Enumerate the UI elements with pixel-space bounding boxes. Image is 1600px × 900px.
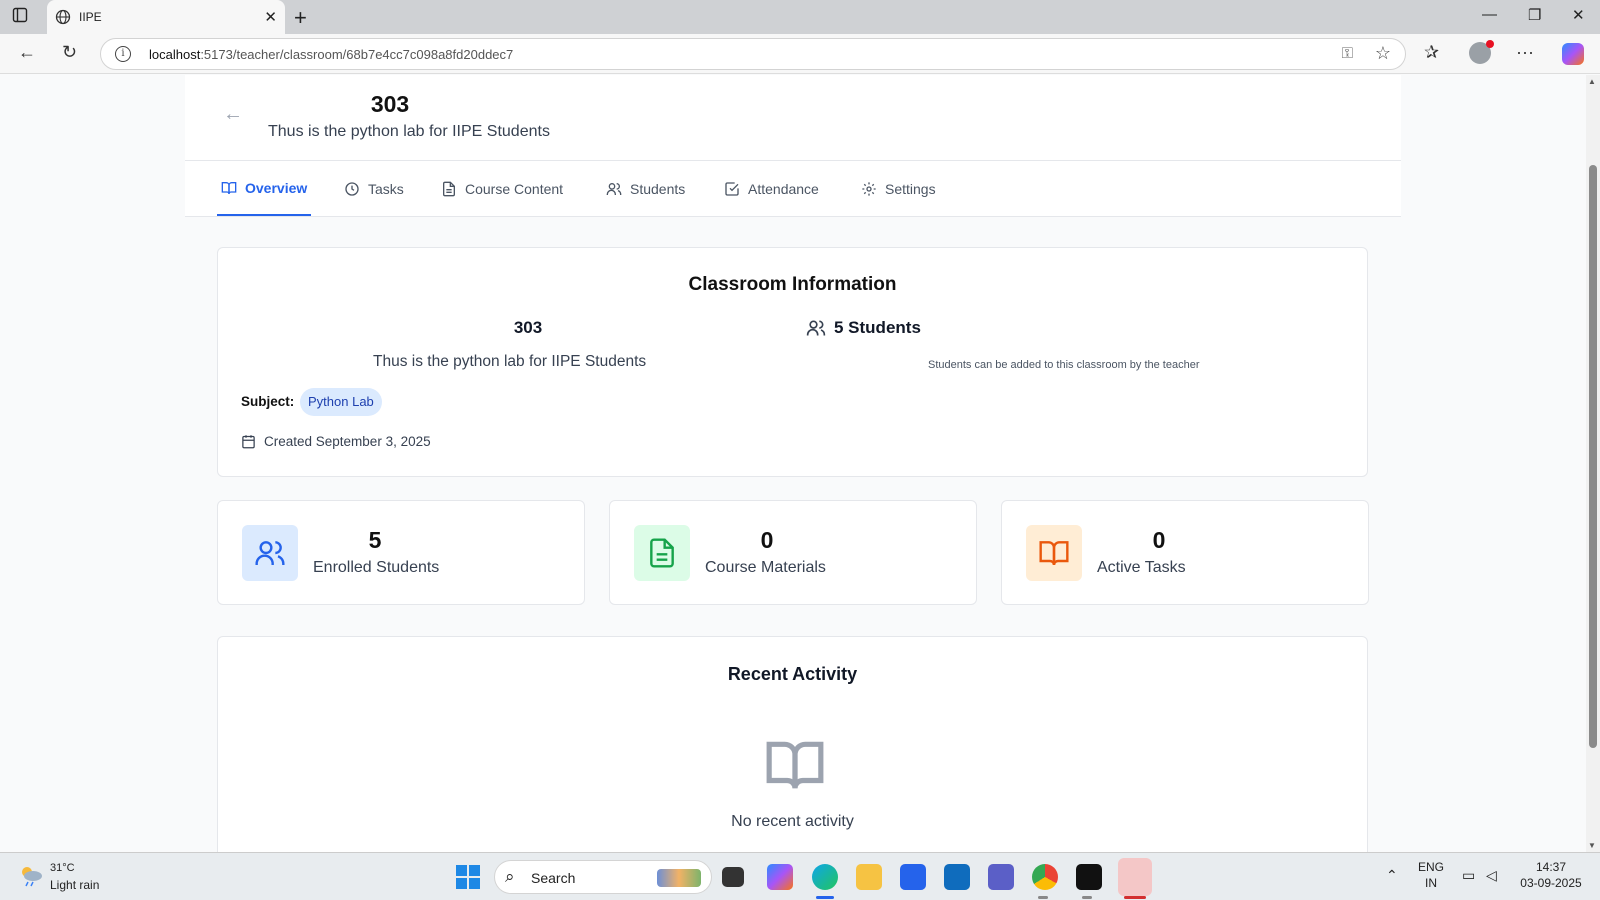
scrollbar-thumb[interactable] xyxy=(1589,165,1597,748)
weather-rain-icon[interactable] xyxy=(18,864,44,888)
clock[interactable]: 14:37 03-09-2025 xyxy=(1516,859,1586,891)
book-open-icon xyxy=(1026,525,1082,581)
close-tab-icon[interactable]: ✕ xyxy=(264,8,277,26)
cursor-app-icon[interactable] xyxy=(1076,864,1102,890)
more-options-icon[interactable]: ··· xyxy=(1516,42,1534,63)
browser-tab-bar: IIPE ✕ + — ❐ ✕ xyxy=(0,0,1600,34)
password-key-icon[interactable]: ⚿ xyxy=(1342,45,1353,62)
url-text[interactable]: localhost:5173/teacher/classroom/68b7e4c… xyxy=(149,47,513,62)
address-bar[interactable]: i localhost:5173/teacher/classroom/68b7e… xyxy=(100,38,1406,70)
empty-state-text: No recent activity xyxy=(731,813,854,830)
classroom-header: ← 303 Thus is the python lab for IIPE St… xyxy=(185,75,1401,161)
file-text-icon xyxy=(443,181,455,196)
users-icon xyxy=(242,525,298,581)
network-icon[interactable]: ▭ xyxy=(1462,867,1475,883)
active-indicator xyxy=(816,896,834,899)
running-indicator xyxy=(1082,896,1092,899)
tab-students[interactable]: Students xyxy=(606,161,685,216)
tab-settings[interactable]: Settings xyxy=(861,161,936,216)
chrome-icon[interactable] xyxy=(1032,864,1058,890)
running-indicator xyxy=(1038,896,1048,899)
classroom-description: Thus is the python lab for IIPE Students xyxy=(268,123,550,140)
card-title: Classroom Information xyxy=(688,274,897,295)
stat-card-course-materials: 0 Course Materials xyxy=(609,500,977,605)
window-close-icon[interactable]: ✕ xyxy=(1572,6,1585,24)
stat-card-enrolled-students: 5 Enrolled Students xyxy=(217,500,585,605)
created-date: Created September 3, 2025 xyxy=(241,434,431,449)
search-icon: ⌕ xyxy=(505,867,515,886)
active-indicator xyxy=(1124,896,1146,899)
book-open-icon xyxy=(766,741,824,789)
users-icon xyxy=(806,320,826,336)
users-icon xyxy=(606,182,622,195)
file-text-icon xyxy=(634,525,690,581)
taskbar: 31°C Light rain ⌕ Search ⌃ ENG IN ▭ ◁ 14… xyxy=(0,852,1600,900)
copilot-app-icon[interactable] xyxy=(767,864,793,890)
copilot-icon[interactable] xyxy=(1562,43,1584,65)
mongodb-compass-icon[interactable] xyxy=(1118,858,1152,896)
tab-actions-icon[interactable] xyxy=(12,7,36,27)
stat-card-active-tasks: 0 Active Tasks xyxy=(1001,500,1369,605)
classroom-name: 303 xyxy=(370,91,410,117)
stat-label: Course Materials xyxy=(705,559,826,576)
teams-icon[interactable] xyxy=(988,864,1014,890)
browser-toolbar: ← ↻ i localhost:5173/teacher/classroom/6… xyxy=(0,34,1600,74)
microsoft-store-icon[interactable] xyxy=(900,864,926,890)
profile-avatar[interactable] xyxy=(1469,40,1494,64)
card-title: Recent Activity xyxy=(727,664,858,684)
stat-value: 5 xyxy=(368,527,382,553)
globe-icon xyxy=(55,9,71,25)
calendar-icon xyxy=(242,435,255,449)
back-arrow-icon[interactable]: ← xyxy=(223,103,243,126)
scroll-up-icon[interactable]: ▲ xyxy=(1588,77,1596,86)
weather-temperature[interactable]: 31°C xyxy=(50,862,75,874)
page-content: ← 303 Thus is the python lab for IIPE St… xyxy=(0,75,1586,852)
tab-title: IIPE xyxy=(79,10,102,24)
subject-label: Subject: xyxy=(241,394,295,409)
weather-condition[interactable]: Light rain xyxy=(50,878,99,892)
recent-activity-card: Recent Activity No recent activity xyxy=(217,636,1368,852)
restore-icon[interactable]: ❐ xyxy=(1528,6,1541,24)
tab-attendance[interactable]: Attendance xyxy=(724,161,819,216)
classroom-tabs: Overview Tasks Course Content Students A… xyxy=(185,161,1401,217)
language-indicator[interactable]: ENG IN xyxy=(1418,859,1444,891)
student-count: 5 Students xyxy=(806,318,921,338)
site-info-icon[interactable]: i xyxy=(115,46,131,62)
subject-badge: Python Lab xyxy=(300,388,382,416)
minimize-icon[interactable]: — xyxy=(1482,6,1497,23)
gear-icon xyxy=(862,181,876,196)
search-highlight-icon xyxy=(657,869,701,887)
taskbar-search[interactable]: ⌕ Search xyxy=(494,860,712,894)
classroom-description: Thus is the python lab for IIPE Students xyxy=(373,353,647,370)
new-tab-icon[interactable]: + xyxy=(294,5,307,31)
stat-label: Enrolled Students xyxy=(313,559,440,576)
classroom-name: 303 xyxy=(513,318,543,337)
scroll-down-icon[interactable]: ▼ xyxy=(1588,841,1596,850)
classroom-information-card: Classroom Information 303 Thus is the py… xyxy=(217,247,1368,477)
stat-value: 0 xyxy=(760,527,774,553)
show-hidden-icons-icon[interactable]: ⌃ xyxy=(1386,867,1398,883)
volume-icon[interactable]: ◁ xyxy=(1486,867,1497,883)
tab-course-content[interactable]: Course Content xyxy=(441,161,563,216)
browser-tab[interactable]: IIPE ✕ xyxy=(47,0,285,34)
book-open-icon xyxy=(221,181,237,194)
edge-browser-icon[interactable] xyxy=(812,864,838,890)
favorites-icon[interactable]: ✰ xyxy=(1424,42,1439,63)
outlook-icon[interactable] xyxy=(944,864,970,890)
back-arrow-icon[interactable]: ← xyxy=(18,42,36,63)
clock-icon xyxy=(345,181,359,196)
refresh-icon[interactable]: ↻ xyxy=(62,42,77,63)
student-note: Students can be added to this classroom … xyxy=(928,359,1200,371)
tab-overview[interactable]: Overview xyxy=(217,161,312,216)
page-scrollbar[interactable]: ▲ ▼ xyxy=(1586,75,1600,852)
check-square-icon xyxy=(725,181,739,196)
favorite-star-icon[interactable]: ☆ xyxy=(1375,43,1391,64)
task-view-icon[interactable] xyxy=(722,867,744,887)
tab-tasks[interactable]: Tasks xyxy=(344,161,404,216)
stat-label: Active Tasks xyxy=(1097,559,1186,576)
stat-value: 0 xyxy=(1152,527,1166,553)
file-explorer-icon[interactable] xyxy=(856,864,882,890)
windows-start-icon[interactable] xyxy=(456,865,480,889)
